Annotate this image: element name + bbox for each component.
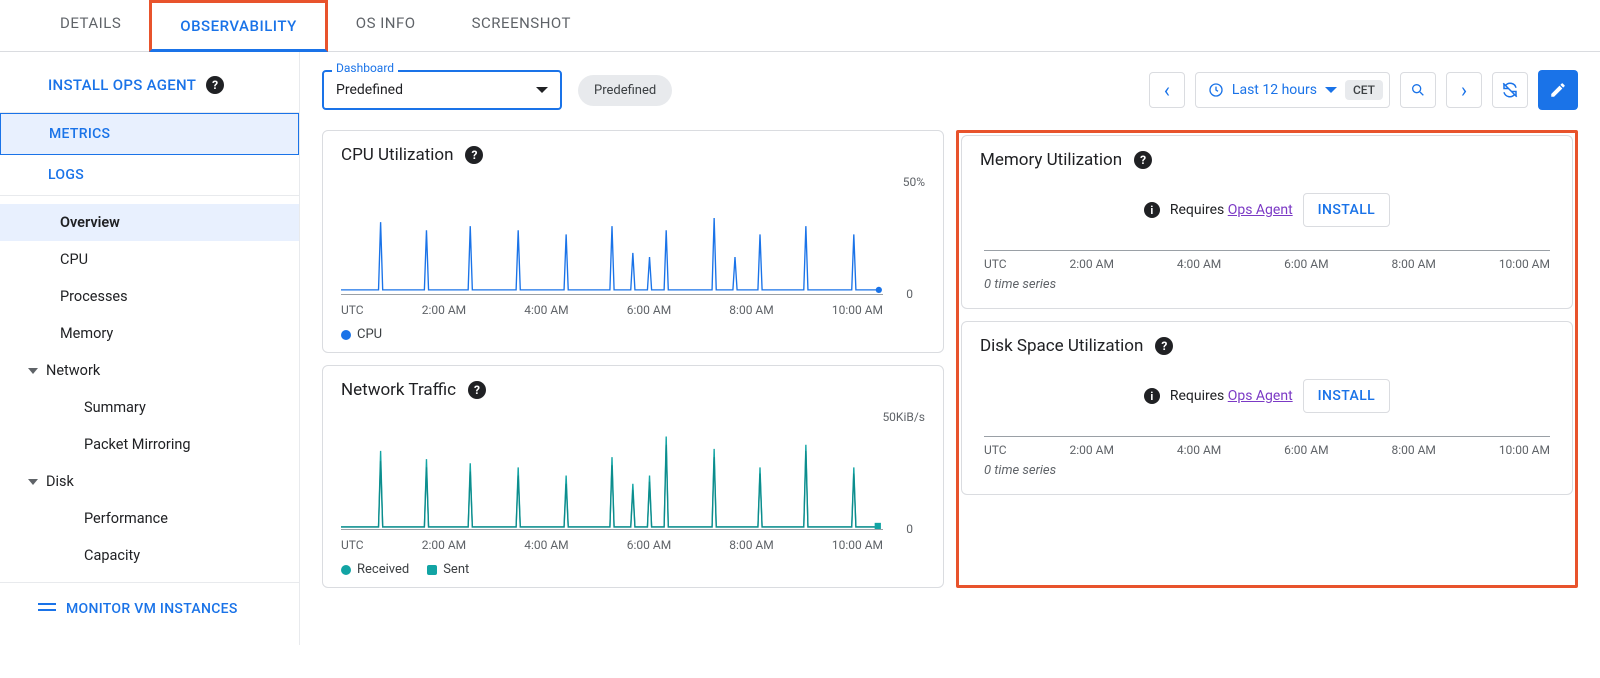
info-icon: i: [1144, 202, 1160, 218]
network-traffic-card: Network Traffic? 50KiB/s 0 UTC2: [322, 365, 944, 588]
chevron-right-icon: ›: [1461, 80, 1467, 100]
search-icon: [1410, 82, 1426, 98]
toolbar: Dashboard Predefined Predefined ‹ Last 1…: [322, 70, 1578, 110]
timezone-chip: CET: [1345, 80, 1383, 100]
chevron-down-icon: [28, 479, 38, 485]
mem-card-title: Memory Utilization: [980, 150, 1122, 170]
network-chart[interactable]: 50KiB/s 0 UTC2:00 AM4:00 AM6:00 AM8:00 A…: [341, 410, 925, 560]
legend-swatch: [341, 330, 351, 340]
y-tick-bottom: 0: [906, 287, 913, 301]
time-controls: ‹ Last 12 hours CET ›: [1149, 70, 1578, 110]
main-content: Dashboard Predefined Predefined ‹ Last 1…: [300, 52, 1600, 645]
tree-network-summary[interactable]: Summary: [0, 389, 299, 426]
y-tick-top: 50KiB/s: [882, 410, 925, 424]
help-icon[interactable]: ?: [1155, 337, 1173, 355]
pencil-icon: [1549, 81, 1567, 99]
time-search-button[interactable]: [1400, 72, 1436, 108]
y-tick-top: 50%: [903, 175, 925, 189]
help-icon[interactable]: ?: [468, 381, 486, 399]
legend-swatch: [341, 565, 351, 575]
clock-icon: [1208, 82, 1224, 98]
tabs-bar: DETAILS OBSERVABILITY OS INFO SCREENSHOT: [0, 0, 1600, 52]
help-icon[interactable]: ?: [206, 76, 224, 94]
install-button[interactable]: INSTALL: [1303, 379, 1390, 413]
time-range-label: Last 12 hours: [1232, 82, 1317, 98]
info-icon: i: [1144, 388, 1160, 404]
chevron-down-icon: [1325, 87, 1337, 93]
sidebar-item-metrics[interactable]: METRICS: [0, 113, 299, 155]
dashboard-value: Predefined: [336, 82, 403, 98]
install-ops-agent-label: INSTALL OPS AGENT: [48, 76, 196, 94]
cpu-sparkline: [341, 181, 883, 294]
x-ticks: UTC2:00 AM4:00 AM6:00 AM8:00 AM10:00 AM: [341, 538, 883, 552]
tree-disk-performance[interactable]: Performance: [0, 500, 299, 537]
requires-agent-row: i Requires Ops Agent INSTALL: [980, 170, 1554, 250]
net-legend: Received Sent: [341, 560, 925, 577]
y-tick-bottom: 0: [906, 522, 913, 536]
empty-series-note: 0 time series: [980, 461, 1554, 484]
monitor-icon: [38, 603, 56, 615]
tree-memory[interactable]: Memory: [0, 315, 299, 352]
chevron-down-icon: [28, 368, 38, 374]
chevron-left-icon: ‹: [1164, 80, 1170, 100]
ops-agent-link[interactable]: Ops Agent: [1228, 202, 1293, 218]
time-range-picker[interactable]: Last 12 hours CET: [1195, 72, 1390, 108]
tree-cpu[interactable]: CPU: [0, 241, 299, 278]
refresh-off-icon: [1501, 81, 1519, 99]
tree-disk-capacity[interactable]: Capacity: [0, 537, 299, 574]
help-icon[interactable]: ?: [1134, 151, 1152, 169]
time-next-button[interactable]: ›: [1446, 72, 1482, 108]
install-ops-agent-link[interactable]: INSTALL OPS AGENT ?: [0, 62, 299, 108]
tree-network[interactable]: Network: [0, 352, 299, 389]
chevron-down-icon: [536, 87, 548, 93]
time-prev-button[interactable]: ‹: [1149, 72, 1185, 108]
empty-series-note: 0 time series: [980, 275, 1554, 298]
cpu-card-title: CPU Utilization: [341, 145, 453, 165]
install-button[interactable]: INSTALL: [1303, 193, 1390, 227]
tree-processes[interactable]: Processes: [0, 278, 299, 315]
sidebar-item-logs[interactable]: LOGS: [0, 155, 299, 195]
x-ticks: UTC2:00 AM4:00 AM6:00 AM8:00 AM10:00 AM: [980, 437, 1554, 461]
requires-agent-row: i Requires Ops Agent INSTALL: [980, 356, 1554, 436]
disk-space-utilization-card: Disk Space Utilization? i Requires Ops A…: [961, 321, 1573, 495]
sidebar: INSTALL OPS AGENT ? METRICS LOGS Overvie…: [0, 52, 300, 645]
tab-os-info[interactable]: OS INFO: [328, 0, 444, 51]
cpu-utilization-card: CPU Utilization? 50% 0 UTC2:00 AM4:00 AM…: [322, 130, 944, 353]
net-sparkline: [341, 416, 883, 529]
tree-packet-mirroring[interactable]: Packet Mirroring: [0, 426, 299, 463]
tab-screenshot[interactable]: SCREENSHOT: [444, 0, 599, 51]
cpu-chart[interactable]: 50% 0 UTC2:00 AM4:00 AM6:00 AM8:00 AM10:…: [341, 175, 925, 325]
tab-observability[interactable]: OBSERVABILITY: [149, 0, 328, 52]
tree-overview[interactable]: Overview: [0, 204, 299, 241]
tab-details[interactable]: DETAILS: [32, 0, 149, 51]
net-card-title: Network Traffic: [341, 380, 456, 400]
dashboard-select[interactable]: Dashboard Predefined: [322, 70, 562, 110]
dashboard-field-label: Dashboard: [332, 61, 398, 75]
help-icon[interactable]: ?: [465, 146, 483, 164]
cpu-legend: CPU: [341, 325, 925, 342]
legend-swatch: [427, 565, 437, 575]
tree-disk[interactable]: Disk: [0, 463, 299, 500]
monitor-vm-instances-link[interactable]: MONITOR VM INSTANCES: [0, 583, 299, 635]
auto-refresh-off-button[interactable]: [1492, 72, 1528, 108]
memory-utilization-card: Memory Utilization? i Requires Ops Agent…: [961, 135, 1573, 309]
x-ticks: UTC2:00 AM4:00 AM6:00 AM8:00 AM10:00 AM: [980, 251, 1554, 275]
dashboard-chip[interactable]: Predefined: [578, 75, 672, 106]
ops-agent-link[interactable]: Ops Agent: [1228, 388, 1293, 404]
x-ticks: UTC2:00 AM4:00 AM6:00 AM8:00 AM10:00 AM: [341, 303, 883, 317]
disk-card-title: Disk Space Utilization: [980, 336, 1143, 356]
edit-dashboard-button[interactable]: [1538, 70, 1578, 110]
highlighted-charts-group: Memory Utilization? i Requires Ops Agent…: [956, 130, 1578, 588]
